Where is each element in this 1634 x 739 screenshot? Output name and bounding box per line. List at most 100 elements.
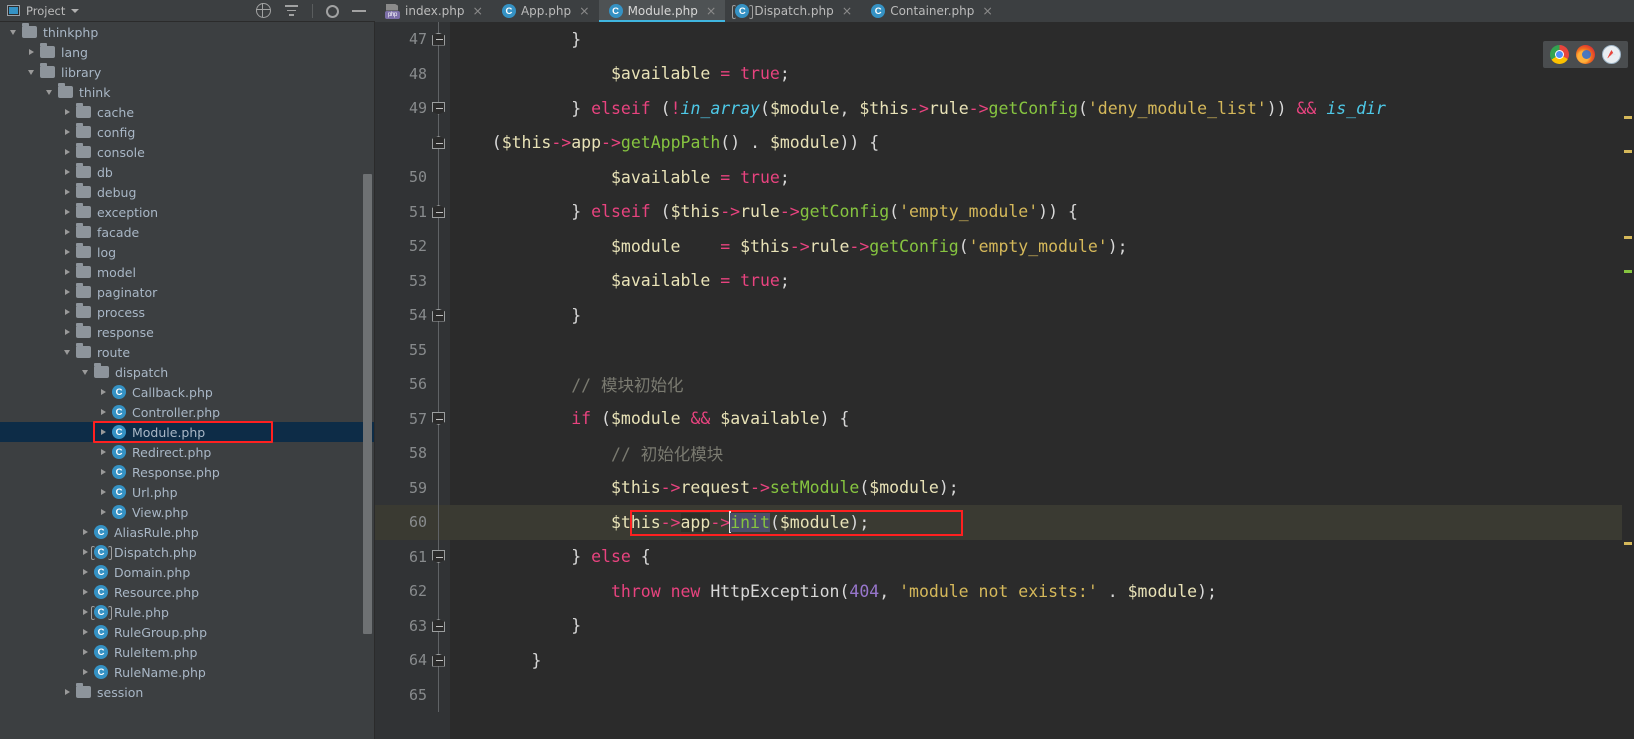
tree-item[interactable]: cache (0, 102, 374, 122)
locate-icon[interactable] (256, 3, 271, 18)
tree-item[interactable]: console (0, 142, 374, 162)
close-icon[interactable]: × (982, 4, 992, 18)
fold-gutter[interactable] (427, 608, 450, 643)
chevron-right-icon[interactable] (62, 126, 74, 138)
chevron-down-icon[interactable] (80, 366, 92, 378)
gear-icon[interactable] (326, 4, 339, 18)
tree-item[interactable]: C Domain.php (0, 562, 374, 582)
chevron-right-icon[interactable] (98, 406, 110, 418)
editor-tab-dispatch-php[interactable]: C Dispatch.php × (725, 0, 861, 22)
tree-item[interactable]: model (0, 262, 374, 282)
chevron-right-icon[interactable] (98, 386, 110, 398)
chevron-right-icon[interactable] (62, 106, 74, 118)
fold-marker-icon[interactable] (432, 101, 445, 115)
tree-item[interactable]: paginator (0, 282, 374, 302)
chevron-right-icon[interactable] (62, 186, 74, 198)
project-panel-title-group[interactable]: Project (7, 4, 80, 18)
tree-item-selected[interactable]: C Module.php (0, 422, 374, 442)
tree-item[interactable]: C RuleGroup.php (0, 622, 374, 642)
fold-gutter[interactable] (427, 470, 450, 505)
tree-item[interactable]: dispatch (0, 362, 374, 382)
fold-marker-icon[interactable] (432, 550, 445, 563)
tree-item[interactable]: exception (0, 202, 374, 222)
fold-marker-icon[interactable] (432, 205, 445, 218)
tree-item[interactable]: thinkphp (0, 22, 374, 42)
fold-gutter[interactable] (427, 436, 450, 471)
chevron-right-icon[interactable] (62, 226, 74, 238)
fold-gutter[interactable] (427, 91, 450, 126)
chevron-right-icon[interactable] (98, 506, 110, 518)
chevron-right-icon[interactable] (62, 326, 74, 338)
code-line[interactable]: 52 $module = $this->rule->getConfig('emp… (375, 229, 1634, 264)
tree-item[interactable]: C Controller.php (0, 402, 374, 422)
fold-gutter[interactable] (427, 574, 450, 609)
code-line-active[interactable]: 60 $this->app->init($module); (375, 505, 1634, 540)
code-line[interactable]: 49 } elseif (!in_array($module, $this->r… (375, 91, 1634, 126)
code-line[interactable]: ($this->app->getAppPath() . $module)) { (375, 125, 1634, 160)
safari-icon[interactable] (1602, 45, 1621, 64)
chevron-right-icon[interactable] (62, 166, 74, 178)
fold-gutter[interactable] (427, 22, 450, 57)
editor-tab-container-php[interactable]: C Container.php × (861, 0, 1002, 22)
chevron-right-icon[interactable] (80, 526, 92, 538)
code-line[interactable]: 51 } elseif ($this->rule->getConfig('emp… (375, 194, 1634, 229)
code-line[interactable]: 61 } else { (375, 539, 1634, 574)
chevron-down-icon[interactable] (71, 8, 80, 13)
chevron-right-icon[interactable] (26, 46, 38, 58)
code-line[interactable]: 54 } (375, 298, 1634, 333)
chevron-down-icon[interactable] (8, 26, 20, 38)
fold-marker-icon[interactable] (432, 619, 445, 632)
fold-gutter[interactable] (427, 643, 450, 678)
code-line[interactable]: 59 $this->request->setModule($module); (375, 470, 1634, 505)
close-icon[interactable]: × (472, 4, 482, 18)
fold-marker-icon[interactable] (432, 308, 445, 322)
minimize-icon[interactable] (352, 3, 366, 18)
tree-item[interactable]: C AliasRule.php (0, 522, 374, 542)
chevron-right-icon[interactable] (62, 266, 74, 278)
chevron-right-icon[interactable] (98, 426, 110, 438)
tree-item[interactable]: process (0, 302, 374, 322)
chevron-right-icon[interactable] (80, 626, 92, 638)
tree-item[interactable]: C Rule.php (0, 602, 374, 622)
code-editor[interactable]: 47 } 48 $available = true; 49 } elseif (!i… (375, 22, 1634, 739)
chevron-right-icon[interactable] (80, 586, 92, 598)
firefox-icon[interactable] (1576, 45, 1595, 64)
code-line[interactable]: 63 } (375, 608, 1634, 643)
fold-gutter[interactable] (427, 125, 450, 160)
fold-marker-icon[interactable] (432, 32, 445, 46)
fold-gutter[interactable] (427, 332, 450, 367)
tree-item[interactable]: config (0, 122, 374, 142)
fold-gutter[interactable] (427, 539, 450, 574)
code-line[interactable]: 47 } (375, 22, 1634, 57)
project-tree-panel[interactable]: thinkphp lang library think cache config conso… (0, 22, 375, 739)
chevron-down-icon[interactable] (26, 66, 38, 78)
tree-item[interactable]: session (0, 682, 374, 702)
chevron-right-icon[interactable] (62, 246, 74, 258)
chevron-right-icon[interactable] (62, 206, 74, 218)
tree-item[interactable]: think (0, 82, 374, 102)
fold-gutter[interactable] (427, 194, 450, 229)
chevron-right-icon[interactable] (98, 446, 110, 458)
sidebar-scrollbar-thumb[interactable] (363, 174, 372, 634)
tree-item[interactable]: C Callback.php (0, 382, 374, 402)
chevron-right-icon[interactable] (62, 286, 74, 298)
tree-item[interactable]: route (0, 342, 374, 362)
editor-tab-module-php[interactable]: C Module.php × (598, 0, 726, 22)
browser-launcher-popup[interactable] (1543, 41, 1628, 68)
close-icon[interactable]: × (706, 4, 716, 18)
tree-item[interactable]: library (0, 62, 374, 82)
code-line[interactable]: 65 (375, 677, 1634, 712)
code-line[interactable]: 62 throw new HttpException(404, 'module … (375, 574, 1634, 609)
editor-tab-app-php[interactable]: C App.php × (492, 0, 599, 22)
chevron-right-icon[interactable] (80, 646, 92, 658)
code-line[interactable]: 64 } (375, 643, 1634, 678)
code-line[interactable]: 57 if ($module && $available) { (375, 401, 1634, 436)
editor-right-rail[interactable] (1622, 22, 1634, 739)
fold-gutter[interactable] (427, 367, 450, 402)
fold-gutter[interactable] (427, 298, 450, 333)
fold-gutter[interactable] (427, 263, 450, 298)
tree-item[interactable]: C Redirect.php (0, 442, 374, 462)
tree-item[interactable]: C RuleItem.php (0, 642, 374, 662)
chevron-right-icon[interactable] (62, 686, 74, 698)
chevron-down-icon[interactable] (62, 346, 74, 358)
